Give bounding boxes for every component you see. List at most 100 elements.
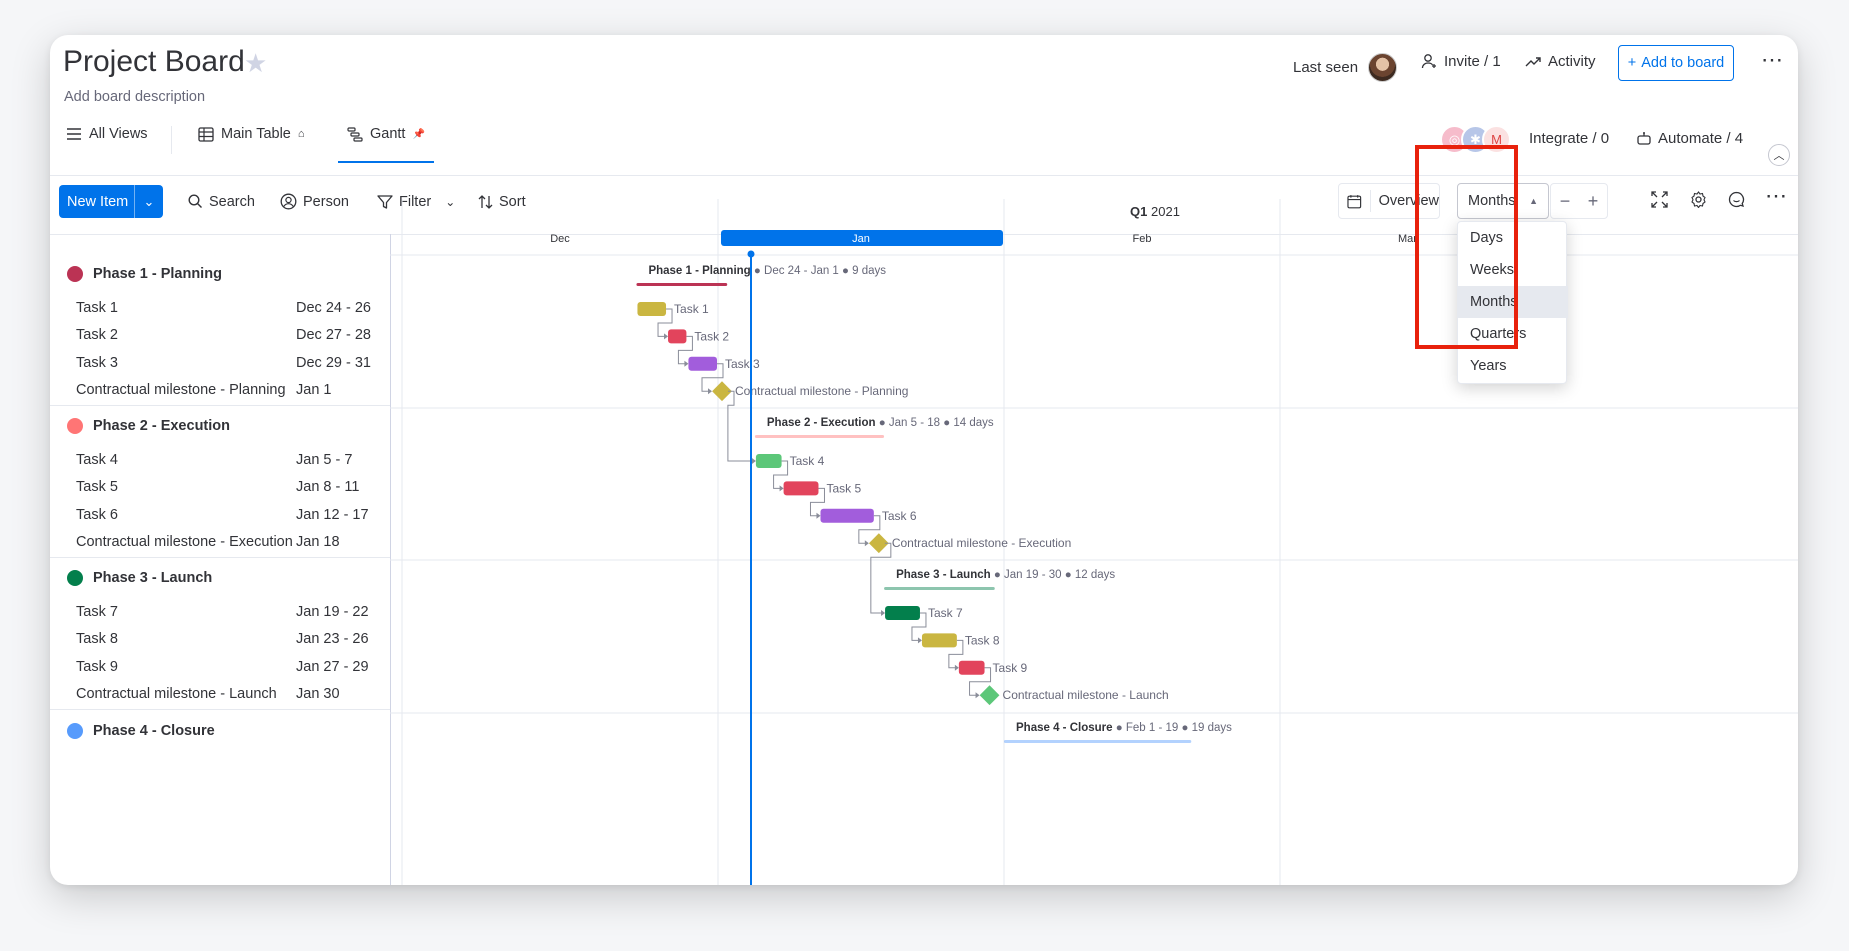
group-header[interactable]: Phase 4 - Closure [67,723,215,739]
tab-gantt[interactable]: Gantt 📌 [347,113,425,155]
task-dates[interactable]: Jan 23 - 26 [296,631,369,647]
task-bar-label: Task 3 [725,357,760,371]
task-bar[interactable] [783,481,819,496]
task-name[interactable]: Task 2 [76,327,118,343]
task-name[interactable]: Task 8 [76,631,118,647]
milestone-diamond[interactable] [979,685,1000,706]
search-icon [188,194,202,208]
task-bar[interactable] [921,633,957,648]
task-name[interactable]: Contractual milestone - Planning [76,382,286,398]
automate-button[interactable]: Automate / 4 [1636,130,1743,147]
star-icon[interactable]: ★ [244,48,267,79]
group-header[interactable]: Phase 2 - Execution [67,418,230,434]
task-dates[interactable]: Jan 27 - 29 [296,659,369,675]
task-dates[interactable]: Jan 30 [296,686,340,702]
task-dates[interactable]: Jan 12 - 17 [296,507,369,523]
dependency-arrow [779,485,784,492]
avatar[interactable] [1368,53,1398,82]
gantt-svg: Q1 2021Dec Jan Feb MarPhase 1 - Planning ● … [390,199,1798,885]
task-bar[interactable] [755,454,782,468]
task-bar[interactable] [958,660,985,675]
milestone-label: Contractual milestone - Execution [892,536,1071,550]
quarter-label: Q1 2021 [1130,204,1180,219]
tab-main-table[interactable]: Main Table ⌂ [198,113,305,155]
task-name[interactable]: Contractual milestone - Launch [76,686,277,702]
dependency-link [727,390,753,462]
task-bar-label: Task 9 [993,661,1028,675]
all-views-label: All Views [89,126,148,142]
task-name[interactable]: Task 4 [76,452,118,468]
activity-button[interactable]: Activity [1525,53,1596,70]
integrate-label: Integrate / 0 [1529,130,1610,147]
task-name[interactable]: Task 7 [76,604,118,620]
dependency-arrow [881,610,886,616]
board-description[interactable]: Add board description [64,89,205,105]
dependency-arrow [864,540,869,547]
task-bar[interactable] [885,606,920,620]
dependency-arrow [975,692,980,699]
month-label: Feb [1133,233,1152,245]
invite-button[interactable]: Invite / 1 [1421,53,1501,70]
task-name[interactable]: Task 1 [76,300,118,316]
task-dates[interactable]: Jan 8 - 11 [296,479,359,495]
dependency-arrow [917,637,922,644]
today-marker [747,250,755,258]
task-name[interactable]: Task 6 [76,507,118,523]
dependency-arrow [684,360,689,367]
task-bar-label: Task 4 [790,454,825,468]
task-dates[interactable]: Dec 24 - 26 [296,300,371,316]
board-title[interactable]: Project Board [63,45,245,79]
task-dates[interactable]: Dec 29 - 31 [296,355,371,371]
add-to-board-button[interactable]: + Add to board [1618,45,1734,81]
robot-icon [1637,132,1651,145]
dependency-link [870,542,892,614]
task-bar-label: Task 5 [826,481,861,495]
new-item-button[interactable]: New Item ⌄ [59,185,163,218]
dependency-arrow [816,512,821,519]
task-name[interactable]: Contractual milestone - Execution [76,534,293,550]
chevron-down-icon[interactable]: ⌄ [134,185,163,218]
group-summary-bar [754,435,885,438]
task-name[interactable]: Task 9 [76,659,118,675]
board-menu-icon[interactable]: ⋯ [1761,47,1784,73]
group-divider [50,709,390,710]
group-summary-label: Phase 4 - Closure ● Feb 1 - 19 ● 19 days [1016,722,1232,734]
task-dates[interactable]: Jan 1 [296,382,331,398]
active-tab-indicator [338,161,434,163]
group-name: Phase 3 - Launch [93,570,213,586]
task-name[interactable]: Task 5 [76,479,118,495]
person-filter-button[interactable]: Person [280,185,349,218]
tab-all-views[interactable]: All Views [66,113,148,155]
task-dates[interactable]: Jan 5 - 7 [296,452,352,468]
person-icon [280,193,297,210]
group-header[interactable]: Phase 3 - Launch [67,570,212,586]
task-bar[interactable] [688,356,717,371]
option-years[interactable]: Years [1458,350,1568,382]
integrate-button[interactable]: Integrate / 0 [1529,130,1609,147]
group-summary-label: Phase 2 - Execution ● Jan 5 - 18 ● 14 da… [767,417,994,429]
group-summary-label: Phase 1 - Planning ● Dec 24 - Jan 1 ● 9 … [648,265,886,277]
task-dates[interactable]: Dec 27 - 28 [296,327,371,343]
group-color-dot [67,723,83,739]
task-dates[interactable]: Jan 18 [296,534,340,550]
last-seen[interactable]: Last seen [1293,53,1398,82]
task-name[interactable]: Task 3 [76,355,118,371]
month-label: Jan [852,233,870,245]
group-color-dot [67,570,83,586]
automate-label: Automate / 4 [1658,130,1744,147]
task-bar[interactable] [637,302,667,316]
task-bar[interactable] [820,508,874,523]
pin-icon: 📌 [412,128,425,140]
dependency-arrow [664,333,669,340]
task-dates[interactable]: Jan 19 - 22 [296,604,369,620]
milestone-label: Contractual milestone - Planning [735,384,908,398]
month-label: Dec [550,233,570,245]
task-bar-label: Task 2 [694,329,729,343]
collapse-header-icon[interactable]: ︿ [1768,144,1790,166]
group-summary-bar [636,283,728,286]
search-button[interactable]: Search [188,185,255,218]
group-header[interactable]: Phase 1 - Planning [67,266,222,282]
group-summary-bar [884,587,995,590]
task-bar[interactable] [668,329,687,344]
header-divider [50,175,1798,176]
